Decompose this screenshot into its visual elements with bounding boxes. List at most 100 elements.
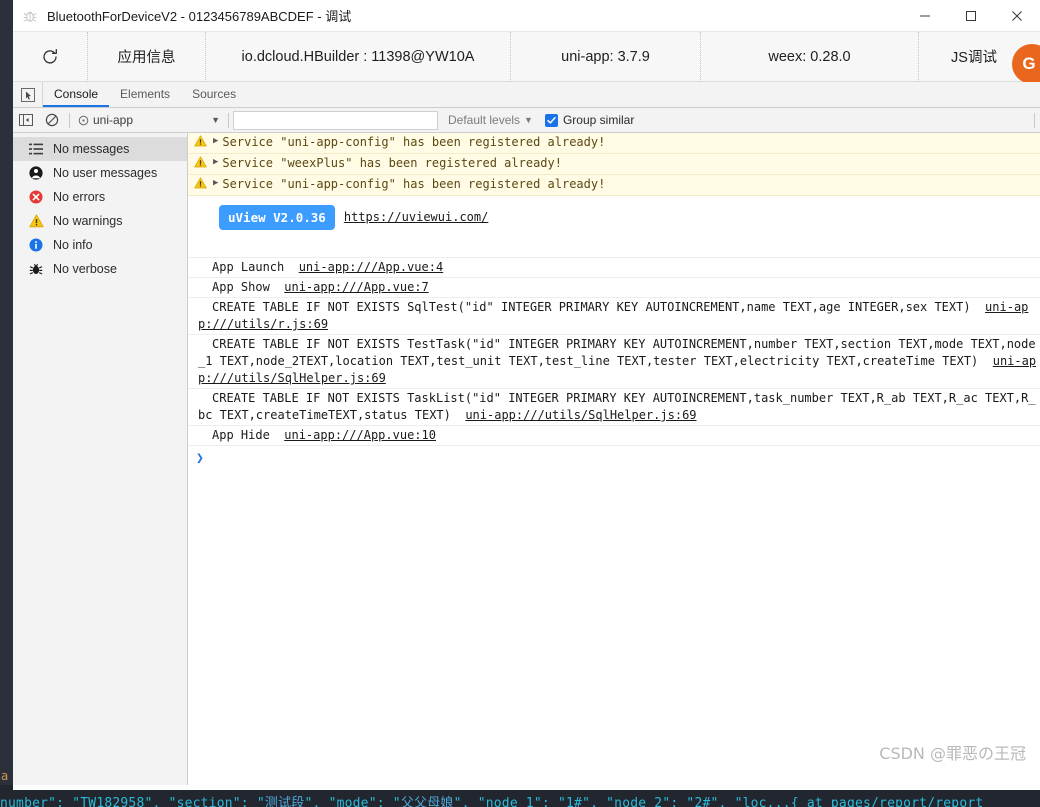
inspect-cursor-icon[interactable]	[13, 82, 43, 107]
notification-badge-label: G	[1022, 54, 1035, 74]
window-controls	[902, 0, 1040, 32]
console-log-row: CREATE TABLE IF NOT EXISTS TaskList("id"…	[188, 389, 1040, 426]
window-title: BluetoothForDeviceV2 - 0123456789ABCDEF …	[47, 6, 351, 25]
console-filter-bar: uni-app ▼ Default levels ▼ Group similar…	[13, 108, 1040, 133]
app-window: BluetoothForDeviceV2 - 0123456789ABCDEF …	[13, 0, 1040, 790]
source-link-continued[interactable]: r.js:69	[277, 317, 328, 331]
uview-version-badge: uView V2.0.36	[219, 205, 335, 230]
list-icon	[27, 143, 45, 155]
info-icon	[27, 238, 45, 252]
console-sidebar: No messages No user messages	[13, 133, 188, 785]
error-icon	[27, 190, 45, 204]
reload-icon	[40, 47, 60, 67]
log-text: App Launch	[212, 260, 284, 274]
sidebar-item-label: No user messages	[53, 166, 157, 180]
filter-right-group: 7	[1030, 108, 1040, 133]
sidebar-item-label: No info	[53, 238, 93, 252]
warning-icon	[194, 177, 207, 194]
console-warning-row[interactable]: ▶ Service "uni-app-config" has been regi…	[188, 175, 1040, 196]
target-icon	[78, 115, 89, 126]
disclosure-triangle-icon[interactable]: ▶	[213, 133, 218, 150]
source-link[interactable]: uni-app:///App.vue:7	[284, 280, 429, 294]
sidebar-item-label: No verbose	[53, 262, 117, 276]
clear-console-icon[interactable]	[39, 108, 65, 133]
prompt-caret-icon: ❯	[196, 450, 204, 467]
sidebar-item-label: No errors	[53, 190, 105, 204]
console-log-row: CREATE TABLE IF NOT EXISTS TestTask("id"…	[188, 335, 1040, 389]
close-icon[interactable]	[994, 0, 1040, 32]
warning-text: Service "uni-app-config" has been regist…	[222, 134, 605, 151]
uniapp-version: uni-app: 3.7.9	[511, 32, 701, 82]
tab-elements[interactable]: Elements	[109, 82, 181, 107]
clipped-log-cn1: 测试段	[265, 796, 305, 807]
chevron-down-icon: ▼	[524, 115, 533, 125]
group-similar-label: Group similar	[563, 113, 634, 127]
watermark: CSDN @罪恶の王冠	[879, 740, 1026, 764]
devtools-tab-bar: Console Elements Sources	[13, 82, 1040, 108]
console-prompt-row[interactable]: ❯	[188, 446, 1040, 471]
sidebar-item-info[interactable]: No info	[13, 233, 187, 257]
app-info-label[interactable]: 应用信息	[88, 32, 206, 82]
clipped-log-p1: number": "TW182958", "section": "	[0, 796, 265, 807]
reload-button[interactable]	[13, 32, 88, 82]
console-warning-row[interactable]: ▶ Service "weexPlus" has been registered…	[188, 154, 1040, 175]
clipped-log-cn2: 父父母娘	[401, 796, 454, 807]
tab-sources[interactable]: Sources	[181, 82, 247, 107]
warning-text: Service "uni-app-config" has been regist…	[222, 176, 605, 193]
filter-divider-1	[69, 113, 70, 128]
context-selector[interactable]: uni-app ▼	[74, 111, 224, 130]
log-text: App Hide	[212, 428, 270, 442]
source-link[interactable]: uni-app:///utils/SqlHelper.js:69	[465, 408, 696, 422]
context-value: uni-app	[93, 113, 133, 127]
log-text: App Show	[212, 280, 270, 294]
source-link[interactable]: uni-app:///App.vue:10	[284, 428, 436, 442]
sidebar-toggle-icon[interactable]	[13, 108, 39, 133]
maximize-icon[interactable]	[948, 0, 994, 32]
console-log-row: CREATE TABLE IF NOT EXISTS SqlTest("id" …	[188, 298, 1040, 335]
sidebar-item-messages[interactable]: No messages	[13, 137, 187, 161]
console-log-area[interactable]: ▶ Service "uni-app-config" has been regi…	[188, 133, 1040, 785]
title-bar: BluetoothForDeviceV2 - 0123456789ABCDEF …	[13, 0, 1040, 32]
log-text: CREATE TABLE IF NOT EXISTS SqlTest("id" …	[212, 300, 971, 314]
console-body: No messages No user messages	[13, 133, 1040, 785]
source-link[interactable]: uni-app:///App.vue:4	[299, 260, 444, 274]
bug-icon	[27, 262, 45, 276]
minimize-icon[interactable]	[902, 0, 948, 32]
warning-icon	[194, 156, 207, 173]
uview-website-link[interactable]: https://uviewui.com/	[344, 209, 489, 226]
sidebar-item-user-messages[interactable]: No user messages	[13, 161, 187, 185]
chevron-down-icon: ▼	[211, 115, 220, 125]
warning-icon	[194, 135, 207, 152]
console-log-row: App Show uni-app:///App.vue:7	[188, 278, 1040, 298]
group-similar-toggle[interactable]: Group similar	[545, 113, 634, 127]
log-text-continued: TEXT,location TEXT,test_unit TEXT,test_l…	[299, 354, 978, 368]
warning-icon	[27, 214, 45, 228]
user-icon	[27, 166, 45, 180]
sidebar-item-label: No warnings	[53, 214, 122, 228]
uview-log-row: uView V2.0.36 https://uviewui.com/	[188, 196, 1040, 258]
clipped-log-line: number": "TW182958", "section": "测试段", "…	[0, 792, 983, 807]
filter-divider-3	[1034, 113, 1035, 128]
clipped-left-char: a	[1, 769, 8, 783]
log-levels-dropdown[interactable]: Default levels ▼	[448, 113, 533, 127]
console-log-row: App Launch uni-app:///App.vue:4	[188, 258, 1040, 278]
sidebar-item-errors[interactable]: No errors	[13, 185, 187, 209]
log-text-continued: TEXT,status TEXT)	[328, 408, 451, 422]
filter-divider-2	[228, 113, 229, 128]
builder-info: io.dcloud.HBuilder : 11398@YW10A	[206, 32, 511, 82]
disclosure-triangle-icon[interactable]: ▶	[213, 175, 218, 192]
tab-console[interactable]: Console	[43, 82, 109, 107]
group-similar-checkbox[interactable]	[545, 114, 558, 127]
app-info-toolbar: 应用信息 io.dcloud.HBuilder : 11398@YW10A un…	[13, 32, 1040, 82]
sidebar-item-label: No messages	[53, 142, 129, 156]
console-warning-row[interactable]: ▶ Service "uni-app-config" has been regi…	[188, 133, 1040, 154]
sidebar-item-verbose[interactable]: No verbose	[13, 257, 187, 281]
disclosure-triangle-icon[interactable]: ▶	[213, 154, 218, 171]
bug-icon	[22, 8, 38, 24]
console-log-row: App Hide uni-app:///App.vue:10	[188, 426, 1040, 446]
clipped-log-p2: ", "mode": "	[305, 796, 401, 807]
sidebar-item-warnings[interactable]: No warnings	[13, 209, 187, 233]
console-filter-input[interactable]	[233, 111, 438, 130]
clipped-log-p3: ", "node_1": "1#", "node_2": "2#", "loc.…	[454, 796, 984, 807]
warning-text: Service "weexPlus" has been registered a…	[222, 155, 562, 172]
